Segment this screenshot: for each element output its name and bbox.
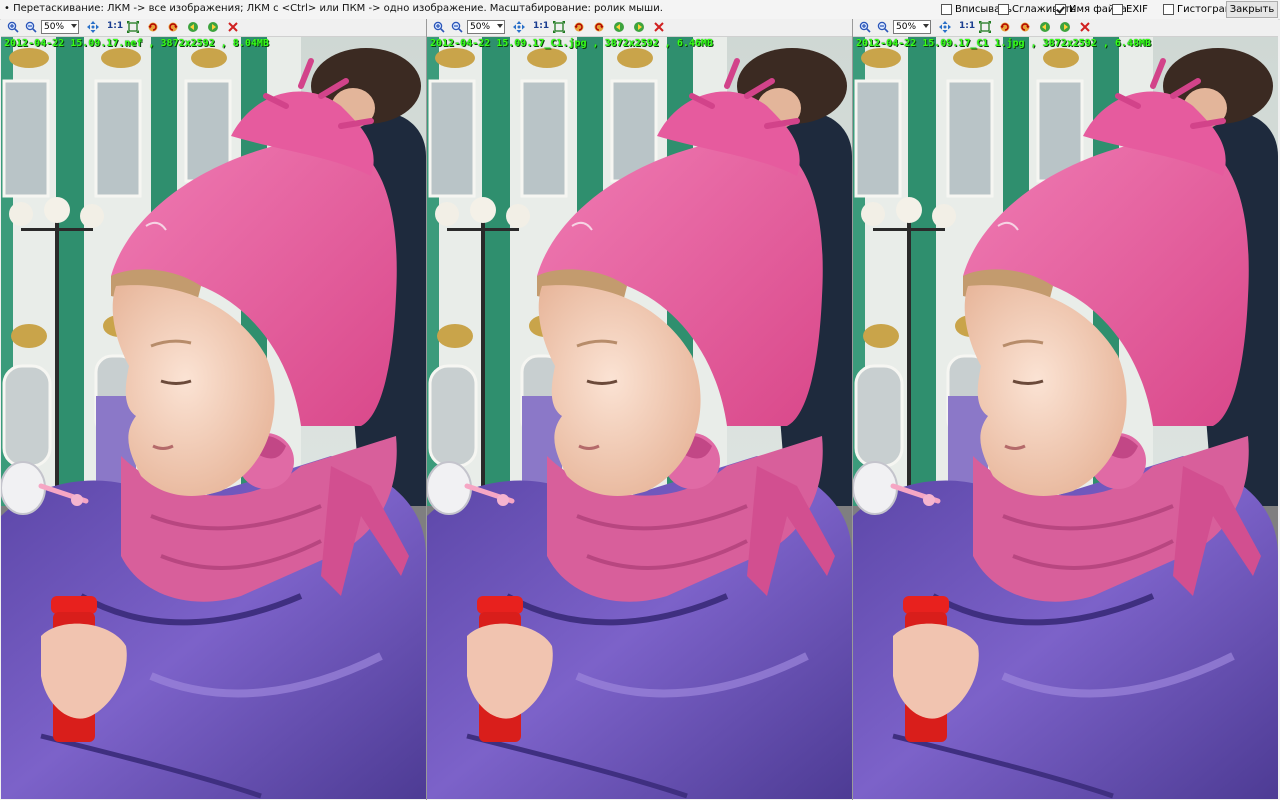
pane-2-next-image-icon[interactable] — [633, 21, 645, 33]
top-status-bar: • Перетаскивание: ЛКМ -> все изображения… — [0, 0, 1280, 20]
pane-3-close-image-icon[interactable] — [1079, 21, 1091, 33]
pane-3-zoom-out-icon[interactable] — [877, 21, 889, 33]
pane-3-zoom-value: 50% — [896, 22, 917, 32]
pane-3-zoom-in-icon[interactable] — [859, 21, 871, 33]
pane-2-rotate-left-icon[interactable] — [573, 21, 585, 33]
pane-1-actual-size-button[interactable]: 1:1 — [107, 21, 123, 31]
histogram-checkbox-box[interactable] — [1163, 4, 1174, 15]
filename-checkbox-box[interactable] — [1055, 4, 1066, 15]
pane-2-zoom-select[interactable]: 50% — [467, 20, 505, 34]
image-pane-3[interactable]: 50% 1:1 2012-04-22 15.09.17_C1 1.jpg , 38… — [853, 19, 1278, 799]
pane-1-zoom-in-icon[interactable] — [7, 21, 19, 33]
pane-1-zoom-value: 50% — [44, 22, 65, 32]
pane-2-chevron-down-icon — [497, 24, 503, 28]
pane-2-zoom-in-icon[interactable] — [433, 21, 445, 33]
pane-3-previous-image-icon[interactable] — [1039, 21, 1051, 33]
exif-checkbox-box[interactable] — [1112, 4, 1123, 15]
pane-3-zoom-select[interactable]: 50% — [893, 20, 931, 34]
pane-3-next-image-icon[interactable] — [1059, 21, 1071, 33]
pane-1-rotate-right-icon[interactable] — [167, 21, 179, 33]
pane-3-actual-size-button[interactable]: 1:1 — [959, 21, 975, 31]
pane-1-file-info: 2012-04-22 15.09.17.nef , 3872x2592 , 8.… — [4, 38, 269, 49]
pane-1-rotate-left-icon[interactable] — [147, 21, 159, 33]
pane-3-toolbar: 50% 1:1 — [853, 19, 1278, 37]
pane-3-photo[interactable] — [853, 36, 1278, 799]
pane-3-rotate-left-icon[interactable] — [999, 21, 1011, 33]
close-button[interactable]: Закрыть — [1226, 1, 1278, 18]
pane-3-move-icon[interactable] — [939, 21, 951, 33]
pane-1-fit-window-icon[interactable] — [127, 21, 139, 33]
pane-2-rotate-right-icon[interactable] — [593, 21, 605, 33]
pane-3-fit-window-icon[interactable] — [979, 21, 991, 33]
pane-2-close-image-icon[interactable] — [653, 21, 665, 33]
pane-1-move-icon[interactable] — [87, 21, 99, 33]
exif-checkbox[interactable]: EXIF — [1112, 3, 1148, 16]
smooth-checkbox-box[interactable] — [998, 4, 1009, 15]
pane-1-zoom-select[interactable]: 50% — [41, 20, 79, 34]
pane-3-file-info: 2012-04-22 15.09.17_C1 1.jpg , 3872x2592… — [856, 38, 1152, 49]
exif-checkbox-label: EXIF — [1126, 4, 1148, 15]
pane-3-rotate-right-icon[interactable] — [1019, 21, 1031, 33]
pane-1-zoom-out-icon[interactable] — [25, 21, 37, 33]
pane-2-previous-image-icon[interactable] — [613, 21, 625, 33]
image-pane-1[interactable]: 50% 1:1 2012-04-22 15.09.17.nef , 3872x25… — [1, 19, 426, 799]
pane-2-move-icon[interactable] — [513, 21, 525, 33]
pane-1-next-image-icon[interactable] — [207, 21, 219, 33]
pane-1-previous-image-icon[interactable] — [187, 21, 199, 33]
pane-2-file-info: 2012-04-22 15.09.17_C1.jpg , 3872x2592 ,… — [430, 38, 713, 49]
pane-2-zoom-value: 50% — [470, 22, 491, 32]
pane-1-photo[interactable] — [1, 36, 426, 799]
fit-checkbox-box[interactable] — [941, 4, 952, 15]
pane-1-toolbar: 50% 1:1 — [1, 19, 426, 37]
pane-2-toolbar: 50% 1:1 — [427, 19, 852, 37]
pane-2-zoom-out-icon[interactable] — [451, 21, 463, 33]
pane-2-fit-window-icon[interactable] — [553, 21, 565, 33]
pane-1-close-image-icon[interactable] — [227, 21, 239, 33]
pane-2-actual-size-button[interactable]: 1:1 — [533, 21, 549, 31]
pane-2-photo[interactable] — [427, 36, 852, 799]
usage-hint-text: • Перетаскивание: ЛКМ -> все изображения… — [4, 3, 663, 14]
image-pane-2[interactable]: 50% 1:1 2012-04-22 15.09.17_C1.jpg , 3872… — [427, 19, 852, 799]
pane-3-chevron-down-icon — [923, 24, 929, 28]
pane-1-chevron-down-icon — [71, 24, 77, 28]
